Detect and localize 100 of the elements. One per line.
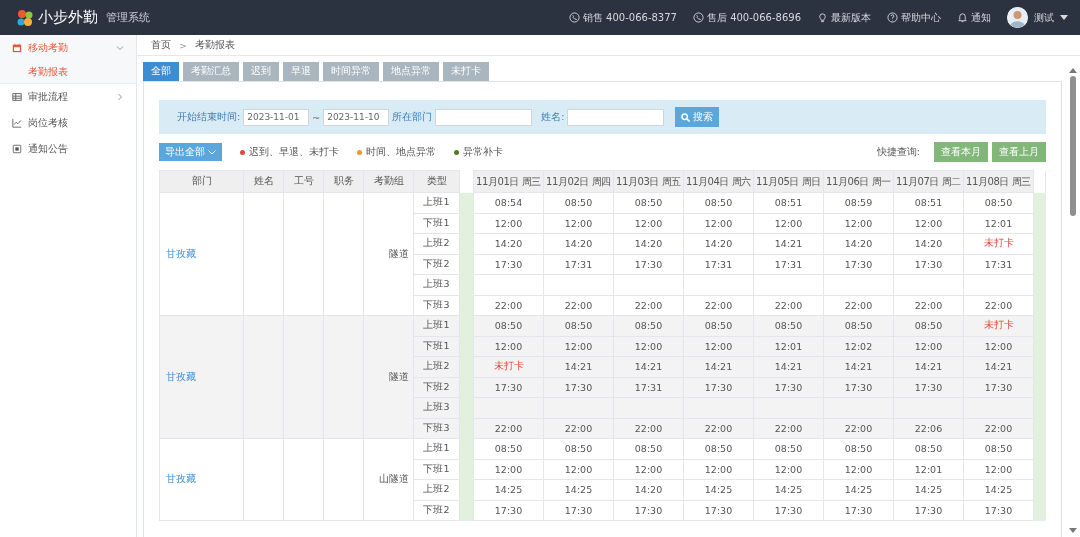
export-button[interactable]: 导出全部: [159, 143, 222, 161]
department-field[interactable]: [435, 108, 533, 126]
time-cell: 22:00: [613, 295, 684, 316]
sidebar-item[interactable]: 审批流程: [0, 84, 136, 110]
header-link[interactable]: 通知: [957, 10, 991, 25]
time-cell: 08:50: [683, 192, 754, 213]
sidebar-item[interactable]: 移动考勤: [0, 35, 136, 61]
filter-tab[interactable]: 时间异常: [323, 62, 379, 81]
time-cell: 17:31: [683, 254, 754, 275]
filter-tab[interactable]: 迟到: [243, 62, 279, 81]
start-date-field[interactable]: 2023-11-01: [243, 108, 310, 126]
breadcrumb-link[interactable]: 首页: [151, 38, 171, 52]
time-cell: 17:30: [963, 500, 1034, 521]
user-name[interactable]: 测试: [1034, 10, 1054, 25]
time-cell: 08:51: [893, 192, 964, 213]
time-cell: 12:00: [893, 213, 964, 234]
phone-icon: [692, 12, 704, 23]
scrollbar-thumb[interactable]: [1070, 76, 1076, 216]
header-link[interactable]: 销售 400-066-8377: [568, 10, 677, 25]
avatar-icon[interactable]: [1007, 7, 1028, 28]
sidebar-item[interactable]: 通知公告: [0, 136, 136, 162]
time-cell: 22:00: [893, 295, 964, 316]
search-button[interactable]: 搜索: [675, 107, 720, 127]
time-cell: 17:30: [613, 254, 684, 275]
time-cell: 12:00: [753, 213, 824, 234]
filter-tab[interactable]: 考勤汇总: [183, 62, 239, 81]
date-column-header: 11月08日 周三: [963, 170, 1034, 193]
time-cell: 12:00: [613, 213, 684, 234]
sidebar-item[interactable]: 岗位考核: [0, 110, 136, 136]
type-cell: 上班1: [413, 192, 460, 213]
header-link[interactable]: 售后 400-066-8696: [692, 10, 801, 25]
notice-icon: [12, 144, 22, 154]
department-cell[interactable]: 甘孜藏: [159, 315, 244, 439]
time-cell: 12:00: [753, 459, 824, 480]
filter-tab[interactable]: 未打卡: [443, 62, 489, 81]
time-cell: 08:50: [963, 192, 1034, 213]
scroll-down-icon[interactable]: [1069, 528, 1077, 533]
time-cell: 12:00: [683, 213, 754, 234]
time-cell: 12:00: [823, 213, 894, 234]
type-cell: 上班2: [413, 233, 460, 254]
legend-label: 迟到、早退、未打卡: [249, 145, 339, 159]
header-link[interactable]: 最新版本: [817, 10, 871, 25]
time-cell: 08:50: [753, 438, 824, 459]
type-cell: 下班1: [413, 459, 460, 480]
scroll-up-icon[interactable]: [1069, 68, 1077, 73]
type-cell: 上班1: [413, 438, 460, 459]
department-cell[interactable]: 甘孜藏: [159, 192, 244, 316]
attendance-group-cell: 隧道: [363, 315, 414, 439]
time-cell: 22:00: [543, 295, 614, 316]
time-cell: 17:31: [543, 254, 614, 275]
time-cell: 17:30: [753, 500, 824, 521]
time-cell: 08:50: [473, 315, 544, 336]
time-cell: 14:25: [823, 479, 894, 500]
time-cell: 12:00: [543, 459, 614, 480]
time-cell: 14:25: [963, 479, 1034, 500]
time-cell: 12:00: [543, 213, 614, 234]
time-cell: 12:01: [893, 459, 964, 480]
search-icon: [681, 112, 691, 122]
date-range-label: 开始结束时间:: [177, 110, 241, 124]
date-column-header: 11月07日 周二: [893, 170, 964, 193]
legend-label: 异常补卡: [463, 145, 503, 159]
time-cell: 22:00: [963, 295, 1034, 316]
name-label: 姓名:: [541, 110, 565, 124]
end-date-field[interactable]: 2023-11-10: [323, 108, 390, 126]
date-column-header: 11月02日 周四: [543, 170, 614, 193]
sidebar-subitem[interactable]: 考勤报表: [0, 61, 136, 84]
time-cell: 17:30: [473, 254, 544, 275]
time-cell: 22:00: [473, 295, 544, 316]
time-cell: 17:30: [473, 377, 544, 398]
filter-tab[interactable]: 全部: [143, 62, 179, 81]
quick-query-button[interactable]: 查看上月: [992, 142, 1046, 162]
time-cell: 12:00: [613, 459, 684, 480]
time-cell: 14:20: [473, 233, 544, 254]
caret-icon[interactable]: [1060, 15, 1068, 20]
time-cell: 08:50: [963, 438, 1034, 459]
name-field[interactable]: [567, 108, 665, 126]
time-cell: 08:50: [543, 192, 614, 213]
time-cell: 未打卡: [473, 356, 544, 377]
time-cell: 17:30: [823, 254, 894, 275]
time-cell: 12:00: [473, 213, 544, 234]
time-cell: 14:25: [683, 479, 754, 500]
legend-label: 时间、地点异常: [366, 145, 436, 159]
filter-tab[interactable]: 早退: [283, 62, 319, 81]
bell-icon: [957, 12, 968, 23]
quick-query-button[interactable]: 查看本月: [934, 142, 988, 162]
time-cell: 14:25: [473, 479, 544, 500]
department-cell[interactable]: 甘孜藏: [159, 438, 244, 521]
table-icon: [12, 92, 22, 102]
column-header: 工号: [283, 170, 324, 193]
header-link[interactable]: 帮助中心: [887, 10, 941, 25]
time-cell: 12:01: [963, 213, 1034, 234]
date-column-header: 11月03日 周五: [613, 170, 684, 193]
logo-icon: [16, 8, 34, 27]
date-column-header: 11月01日 周三: [473, 170, 544, 193]
time-cell: 17:30: [683, 500, 754, 521]
filter-tab[interactable]: 地点异常: [383, 62, 439, 81]
time-cell: 17:30: [893, 254, 964, 275]
time-cell: 12:00: [963, 459, 1034, 480]
time-cell: 08:54: [473, 192, 544, 213]
type-cell: 上班3: [413, 274, 460, 295]
